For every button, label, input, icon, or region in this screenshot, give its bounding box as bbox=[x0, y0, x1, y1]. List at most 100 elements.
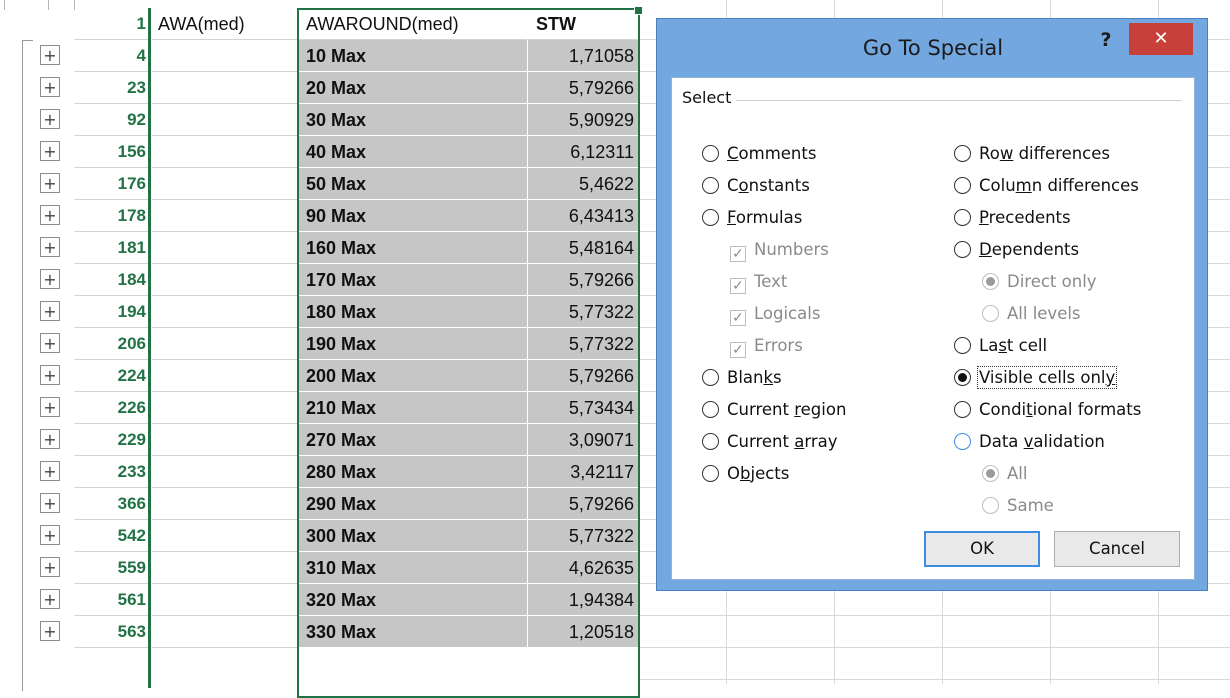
radio-current-region[interactable]: Current region bbox=[702, 398, 846, 422]
radio-formulas[interactable]: Formulas bbox=[702, 206, 802, 230]
cell-awaround[interactable]: 270 Max bbox=[298, 424, 528, 456]
expand-group-button[interactable]: + bbox=[40, 173, 60, 193]
row-number[interactable]: 229 bbox=[74, 424, 150, 456]
radio-last-cell[interactable]: Last cell bbox=[954, 334, 1047, 358]
cell-awaround[interactable]: 10 Max bbox=[298, 40, 528, 72]
row-number[interactable]: 542 bbox=[74, 520, 150, 552]
row-number[interactable]: 563 bbox=[74, 616, 150, 648]
cell-stw[interactable]: 5,77322 bbox=[528, 296, 640, 328]
expand-group-button[interactable]: + bbox=[40, 141, 60, 161]
cell-stw[interactable]: 5,79266 bbox=[528, 264, 640, 296]
row-number[interactable]: 92 bbox=[74, 104, 150, 136]
cell-awaround[interactable]: 30 Max bbox=[298, 104, 528, 136]
radio-button[interactable] bbox=[702, 369, 719, 386]
expand-group-button[interactable]: + bbox=[40, 397, 60, 417]
cell-stw[interactable]: 5,90929 bbox=[528, 104, 640, 136]
row-number[interactable]: 366 bbox=[74, 488, 150, 520]
cell-awaround[interactable]: 290 Max bbox=[298, 488, 528, 520]
expand-group-button[interactable]: + bbox=[40, 461, 60, 481]
expand-group-button[interactable]: + bbox=[40, 429, 60, 449]
cell-stw[interactable]: 5,48164 bbox=[528, 232, 640, 264]
expand-group-button[interactable]: + bbox=[40, 589, 60, 609]
radio-comments[interactable]: Comments bbox=[702, 142, 816, 166]
radio-button[interactable] bbox=[702, 465, 719, 482]
cell-stw[interactable]: 6,12311 bbox=[528, 136, 640, 168]
cell-awaround[interactable]: 310 Max bbox=[298, 552, 528, 584]
row-number[interactable]: 1 bbox=[74, 8, 150, 40]
cell-stw[interactable]: 5,79266 bbox=[528, 488, 640, 520]
radio-data-validation[interactable]: Data validation bbox=[954, 430, 1105, 454]
row-number[interactable]: 233 bbox=[74, 456, 150, 488]
radio-button[interactable] bbox=[954, 401, 971, 418]
row-number[interactable]: 181 bbox=[74, 232, 150, 264]
cell-awa[interactable] bbox=[152, 392, 298, 424]
fill-handle[interactable] bbox=[634, 6, 643, 15]
cell-awaround[interactable]: 300 Max bbox=[298, 520, 528, 552]
cell-stw[interactable]: 3,09071 bbox=[528, 424, 640, 456]
expand-group-button[interactable]: + bbox=[40, 77, 60, 97]
expand-group-button[interactable]: + bbox=[40, 109, 60, 129]
cell-awaround[interactable]: 320 Max bbox=[298, 584, 528, 616]
cell-stw[interactable]: 5,4622 bbox=[528, 168, 640, 200]
radio-button[interactable] bbox=[702, 401, 719, 418]
cell-awa[interactable] bbox=[152, 104, 298, 136]
radio-button[interactable] bbox=[702, 209, 719, 226]
help-icon[interactable]: ? bbox=[1095, 25, 1117, 55]
row-number[interactable]: 206 bbox=[74, 328, 150, 360]
expand-group-button[interactable]: + bbox=[40, 269, 60, 289]
radio-column-differences[interactable]: Column differences bbox=[954, 174, 1139, 198]
cell-stw[interactable]: 5,73434 bbox=[528, 392, 640, 424]
radio-button[interactable] bbox=[954, 209, 971, 226]
cell-stw[interactable]: 5,77322 bbox=[528, 328, 640, 360]
cell-awa[interactable] bbox=[152, 424, 298, 456]
cell-stw[interactable]: 5,79266 bbox=[528, 360, 640, 392]
cell-awa[interactable] bbox=[152, 360, 298, 392]
radio-visible-cells-only[interactable]: Visible cells only bbox=[954, 366, 1118, 390]
cell-awa[interactable] bbox=[152, 168, 298, 200]
cell-awaround[interactable]: 180 Max bbox=[298, 296, 528, 328]
cell-awaround[interactable]: 190 Max bbox=[298, 328, 528, 360]
cell-awaround[interactable]: 170 Max bbox=[298, 264, 528, 296]
radio-current-array[interactable]: Current array bbox=[702, 430, 838, 454]
row-number[interactable]: 184 bbox=[74, 264, 150, 296]
row-number[interactable]: 176 bbox=[74, 168, 150, 200]
radio-button[interactable] bbox=[702, 145, 719, 162]
radio-button[interactable] bbox=[954, 433, 971, 450]
row-number[interactable]: 23 bbox=[74, 72, 150, 104]
cell-stw[interactable]: 1,20518 bbox=[528, 616, 640, 648]
radio-row-differences[interactable]: Row differences bbox=[954, 142, 1110, 166]
cell-stw[interactable]: 1,94384 bbox=[528, 584, 640, 616]
cell-awaround[interactable]: 160 Max bbox=[298, 232, 528, 264]
radio-blanks[interactable]: Blanks bbox=[702, 366, 782, 390]
cell-awaround[interactable]: 200 Max bbox=[298, 360, 528, 392]
cell-awa[interactable] bbox=[152, 40, 298, 72]
expand-group-button[interactable]: + bbox=[40, 365, 60, 385]
row-number[interactable]: 561 bbox=[74, 584, 150, 616]
expand-group-button[interactable]: + bbox=[40, 621, 60, 641]
radio-objects[interactable]: Objects bbox=[702, 462, 789, 486]
expand-group-button[interactable]: + bbox=[40, 237, 60, 257]
cell-awa[interactable] bbox=[152, 296, 298, 328]
cell-awaround[interactable]: 40 Max bbox=[298, 136, 528, 168]
radio-button[interactable] bbox=[954, 241, 971, 258]
cell-stw[interactable]: 5,77322 bbox=[528, 520, 640, 552]
cell-awa[interactable] bbox=[152, 616, 298, 648]
cell-stw[interactable]: 3,42117 bbox=[528, 456, 640, 488]
cell-stw[interactable]: 1,71058 bbox=[528, 40, 640, 72]
radio-precedents[interactable]: Precedents bbox=[954, 206, 1071, 230]
row-number[interactable]: 224 bbox=[74, 360, 150, 392]
cell-stw[interactable]: 4,62635 bbox=[528, 552, 640, 584]
row-number[interactable]: 194 bbox=[74, 296, 150, 328]
expand-group-button[interactable]: + bbox=[40, 301, 60, 321]
cell-awa[interactable] bbox=[152, 520, 298, 552]
cell-awa[interactable] bbox=[152, 584, 298, 616]
cell-awaround[interactable]: 330 Max bbox=[298, 616, 528, 648]
cell-awa[interactable] bbox=[152, 328, 298, 360]
cell-stw[interactable]: 5,79266 bbox=[528, 72, 640, 104]
row-number[interactable]: 4 bbox=[74, 40, 150, 72]
radio-conditional-formats[interactable]: Conditional formats bbox=[954, 398, 1141, 422]
row-number[interactable]: 156 bbox=[74, 136, 150, 168]
expand-group-button[interactable]: + bbox=[40, 557, 60, 577]
cell-awa[interactable] bbox=[152, 232, 298, 264]
radio-dependents[interactable]: Dependents bbox=[954, 238, 1079, 262]
